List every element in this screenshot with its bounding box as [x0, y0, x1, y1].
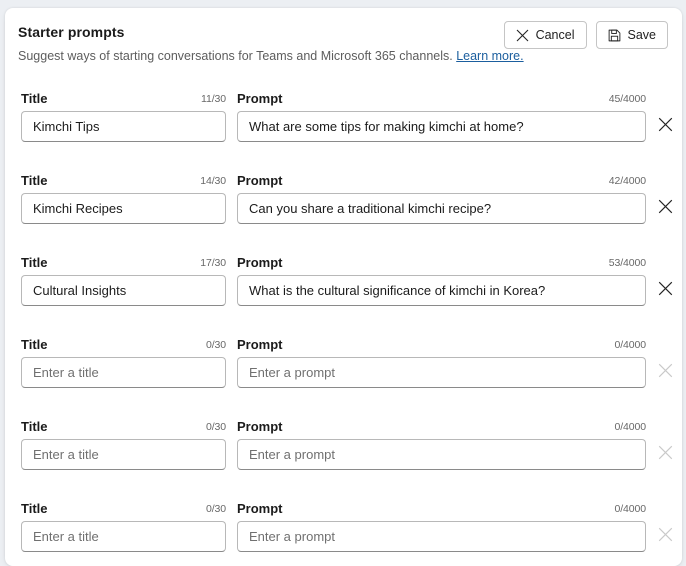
page-root: Starter prompts Suggest ways of starting… [0, 0, 686, 566]
header-actions: Cancel Save [503, 21, 668, 49]
title-label: Title [21, 173, 48, 188]
prompt-label: Prompt [237, 501, 283, 516]
save-button-label: Save [627, 28, 657, 42]
title-label: Title [21, 337, 48, 352]
cancel-button[interactable]: Cancel [503, 21, 587, 49]
starter-prompt-row: Title 11/30 Prompt 45/4000 [5, 83, 682, 165]
prompt-label: Prompt [237, 91, 283, 106]
delete-row-button [653, 360, 677, 384]
prompt-label: Prompt [237, 337, 283, 352]
title-input[interactable] [21, 521, 226, 552]
prompt-input[interactable] [237, 521, 646, 552]
prompt-char-counter: 0/4000 [614, 339, 646, 351]
starter-prompt-row: Title 14/30 Prompt 42/4000 [5, 165, 682, 247]
close-icon [658, 117, 673, 135]
title-label: Title [21, 501, 48, 516]
prompt-input[interactable] [237, 275, 646, 306]
title-label: Title [21, 91, 48, 106]
header-description: Suggest ways of starting conversations f… [18, 49, 524, 63]
close-icon [658, 363, 673, 381]
title-input[interactable] [21, 111, 226, 142]
prompt-char-counter: 45/4000 [608, 93, 646, 105]
prompt-label: Prompt [237, 419, 283, 434]
title-char-counter: 0/30 [205, 339, 226, 351]
title-input[interactable] [21, 357, 226, 388]
delete-row-button [653, 524, 677, 548]
save-button[interactable]: Save [595, 21, 668, 49]
title-char-counter: 0/30 [205, 421, 226, 433]
title-input[interactable] [21, 275, 226, 306]
prompt-input[interactable] [237, 357, 646, 388]
delete-row-button[interactable] [653, 278, 677, 302]
close-icon [516, 29, 529, 42]
prompt-label: Prompt [237, 255, 283, 270]
title-label: Title [21, 255, 48, 270]
learn-more-link[interactable]: Learn more. [456, 49, 523, 63]
starter-prompts-card: Starter prompts Suggest ways of starting… [5, 8, 682, 566]
starter-prompt-row: Title 17/30 Prompt 53/4000 [5, 247, 682, 329]
starter-prompt-row: Title 0/30 Prompt 0/4000 [5, 411, 682, 493]
title-label: Title [21, 419, 48, 434]
close-icon [658, 199, 673, 217]
title-char-counter: 0/30 [205, 503, 226, 515]
prompt-char-counter: 0/4000 [614, 503, 646, 515]
prompt-input[interactable] [237, 111, 646, 142]
delete-row-button [653, 442, 677, 466]
page-title: Starter prompts [18, 24, 125, 40]
title-input[interactable] [21, 193, 226, 224]
save-floppy-icon [608, 29, 621, 42]
prompt-input[interactable] [237, 193, 646, 224]
title-char-counter: 11/30 [201, 93, 226, 105]
header-description-text: Suggest ways of starting conversations f… [18, 49, 453, 63]
prompt-char-counter: 0/4000 [614, 421, 646, 433]
delete-row-button[interactable] [653, 114, 677, 138]
prompt-input[interactable] [237, 439, 646, 470]
starter-prompt-row: Title 0/30 Prompt 0/4000 [5, 329, 682, 411]
close-icon [658, 527, 673, 545]
starter-prompt-rows: Title 11/30 Prompt 45/4000 Title 14/30 [5, 83, 682, 566]
close-icon [658, 281, 673, 299]
prompt-label: Prompt [237, 173, 283, 188]
title-char-counter: 17/30 [200, 257, 226, 269]
title-char-counter: 14/30 [200, 175, 226, 187]
cancel-button-label: Cancel [535, 28, 575, 42]
card-header: Starter prompts Suggest ways of starting… [5, 8, 682, 80]
starter-prompt-row: Title 0/30 Prompt 0/4000 [5, 493, 682, 566]
prompt-char-counter: 42/4000 [608, 175, 646, 187]
close-icon [658, 445, 673, 463]
title-input[interactable] [21, 439, 226, 470]
prompt-char-counter: 53/4000 [608, 257, 646, 269]
delete-row-button[interactable] [653, 196, 677, 220]
